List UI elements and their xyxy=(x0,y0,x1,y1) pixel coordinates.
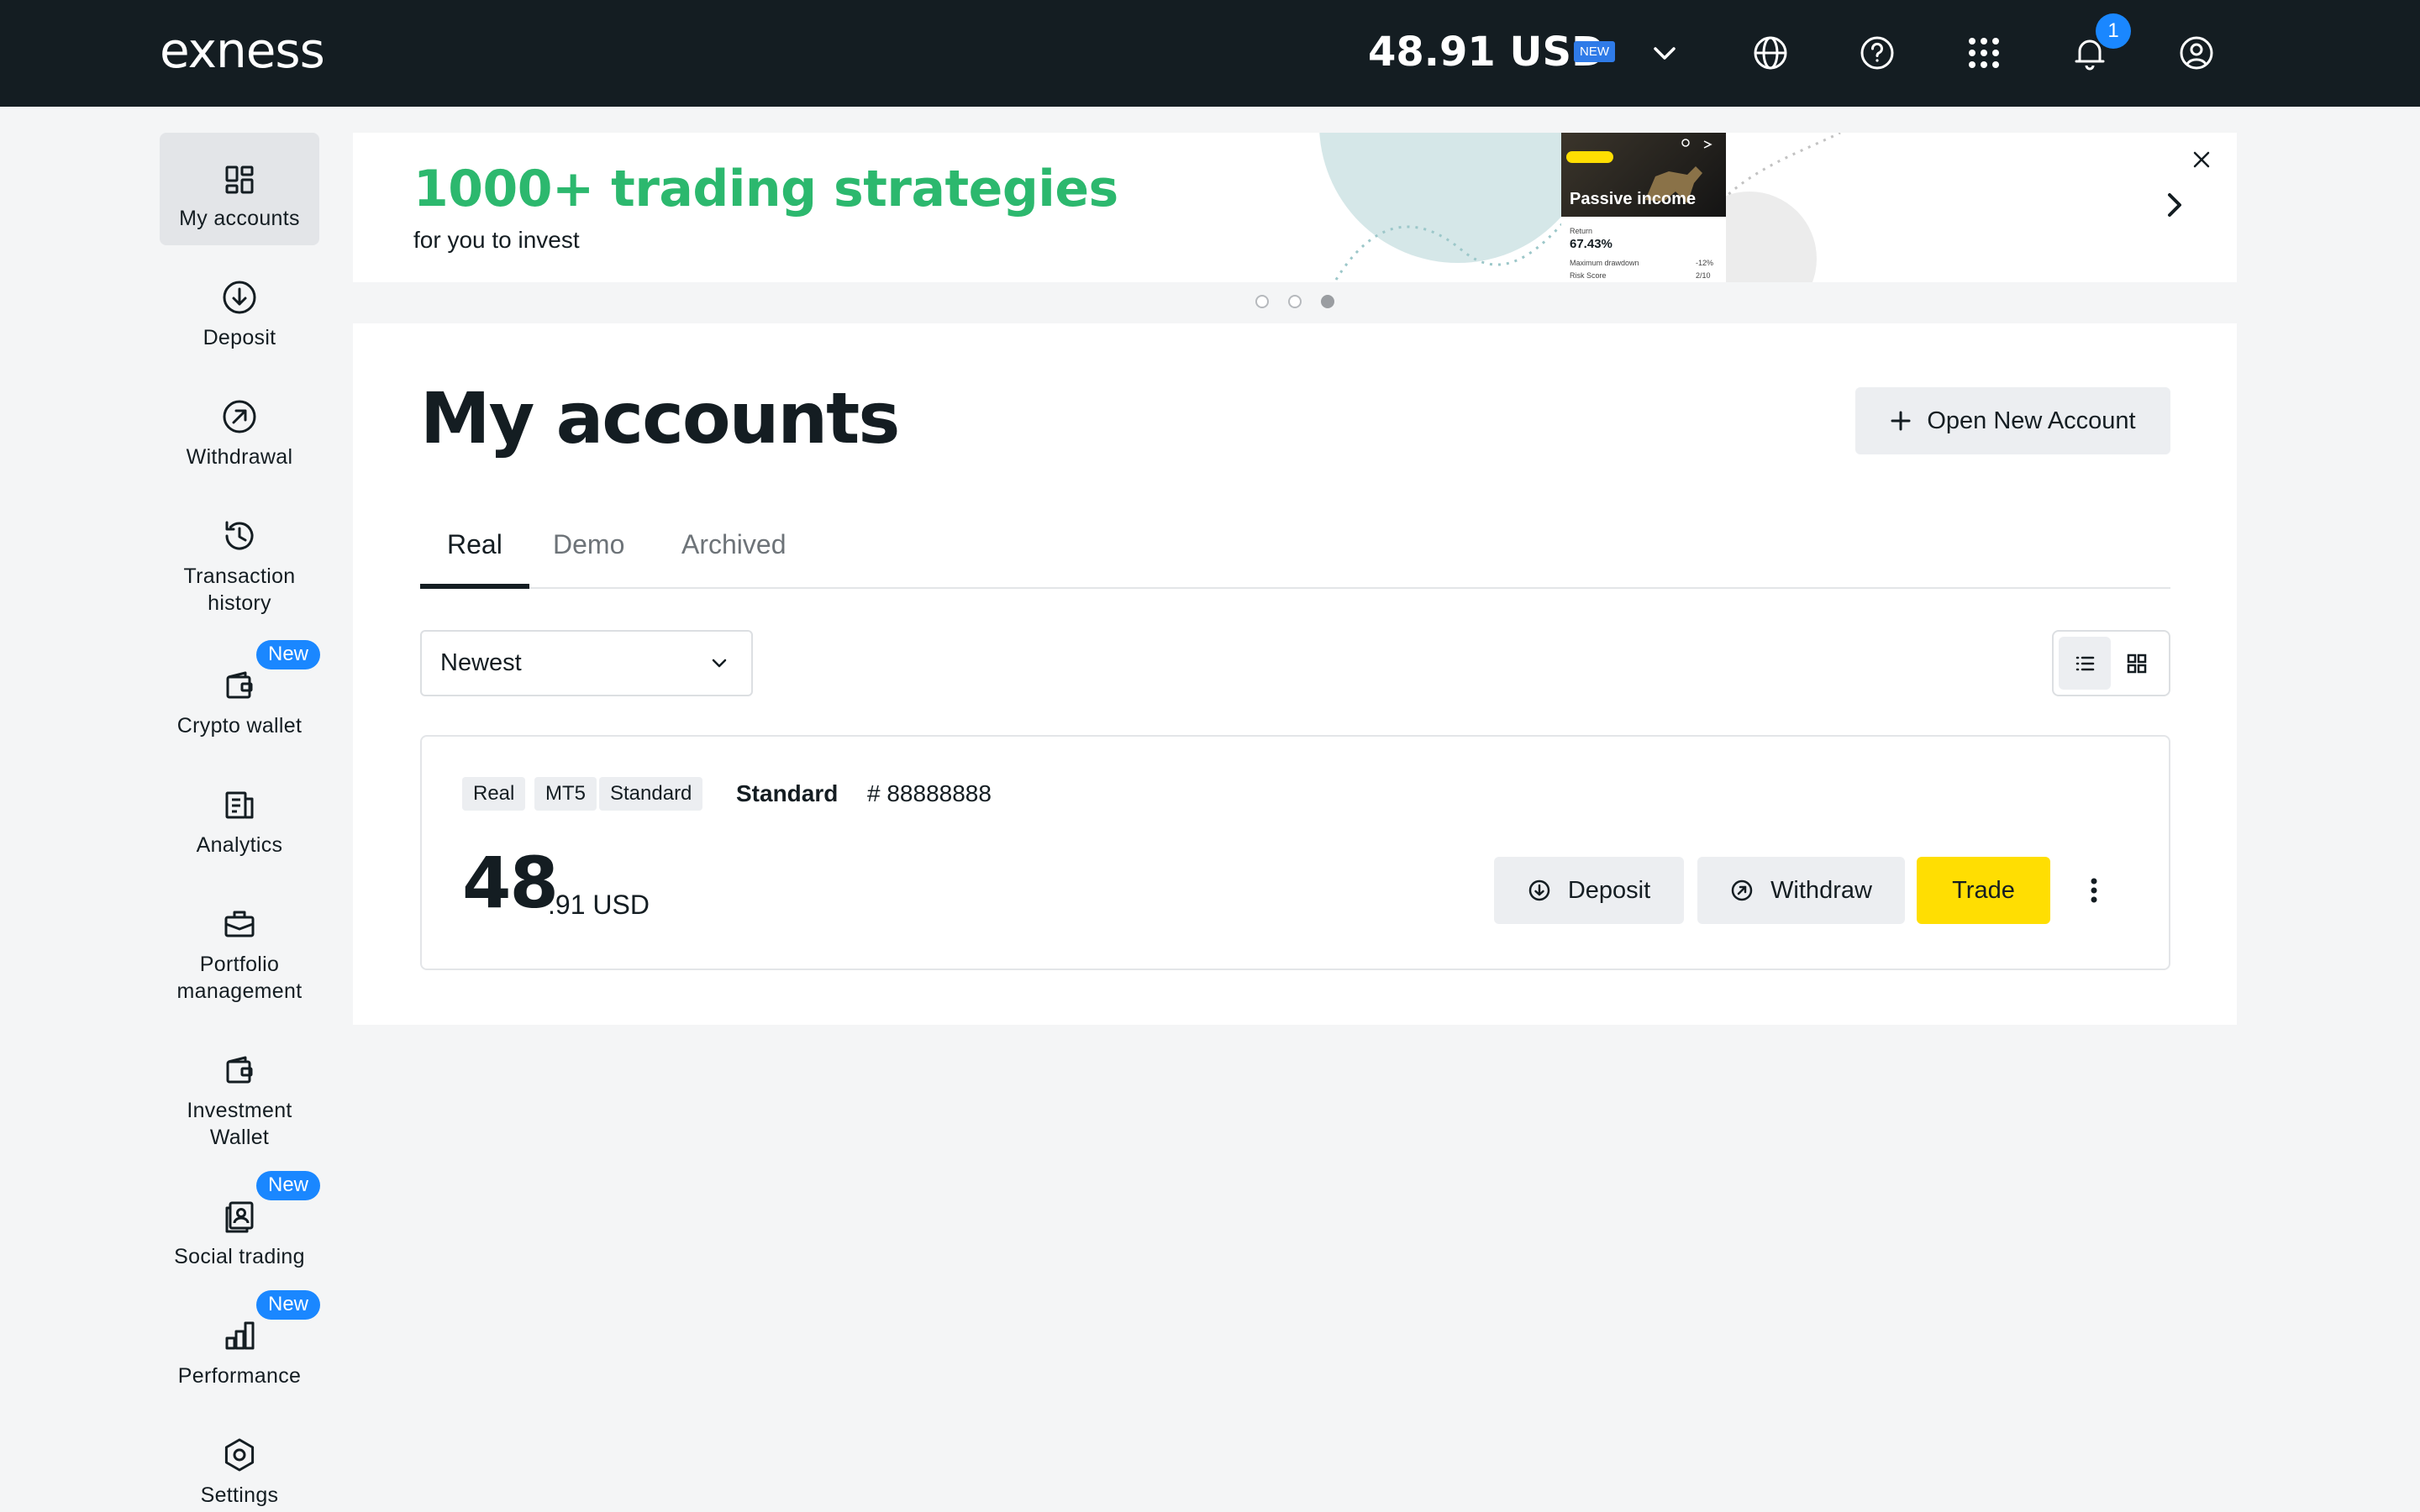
sidebar-item-label: Performance xyxy=(177,1364,302,1388)
sidebar-item-label: My accounts xyxy=(179,207,300,230)
close-icon[interactable] xyxy=(2190,148,2213,171)
account-number: # 88888888 xyxy=(867,780,992,806)
tab-real[interactable]: Real xyxy=(420,518,529,589)
grid-icon xyxy=(2127,654,2147,673)
sidebar-item-label-line2: Wallet xyxy=(209,1126,270,1149)
social-trading-icon xyxy=(225,1201,254,1233)
header-balance[interactable]: 48.91 USD xyxy=(1368,29,1605,76)
sidebar-item-label-line2: management xyxy=(176,979,302,1003)
wallet-icon xyxy=(226,1056,253,1084)
withdraw-button[interactable]: Withdraw xyxy=(1697,857,1905,924)
sidebar-item-withdrawal[interactable]: Withdrawal xyxy=(160,396,319,470)
accounts-panel: My accounts Open New Account Real Demo A… xyxy=(353,323,2237,1025)
account-tag-type: Real xyxy=(462,777,526,811)
card-risk: 2/10 xyxy=(1696,271,1711,280)
history-icon xyxy=(225,521,254,550)
sidebar-item-label: Portfolio xyxy=(199,953,280,976)
account-card[interactable]: Real MT5 Standard Standard # 88888888 48… xyxy=(420,735,2170,970)
sidebar-item-social-trading[interactable]: Social trading xyxy=(160,1196,319,1270)
sidebar-item-label: Settings xyxy=(200,1483,279,1507)
briefcase-icon xyxy=(224,911,255,937)
tab-demo[interactable]: Demo xyxy=(553,518,624,589)
account-tag-platform: MT5 xyxy=(534,777,597,811)
list-view-button[interactable] xyxy=(2059,637,2111,690)
new-badge: New xyxy=(256,1290,321,1320)
trade-label: Trade xyxy=(1952,876,2015,904)
card-risk-label: Risk Score xyxy=(1570,271,1607,280)
carousel-dot[interactable] xyxy=(1288,295,1302,308)
list-icon xyxy=(2075,656,2095,670)
card-title: Passive income xyxy=(1570,190,1697,208)
chevron-down-icon xyxy=(712,659,727,668)
sidebar-item-my-accounts[interactable]: My accounts xyxy=(160,133,319,245)
sidebar-item-transaction-history[interactable]: Transaction history xyxy=(160,516,319,617)
bar-chart-icon xyxy=(225,1321,255,1350)
sidebar-item-portfolio-management[interactable]: Portfolio management xyxy=(160,904,319,1005)
account-tag-category: Standard xyxy=(599,777,703,811)
sidebar-item-label: Transaction xyxy=(183,564,296,588)
balance-new-badge: NEW xyxy=(1574,41,1615,62)
deposit-button[interactable]: Deposit xyxy=(1494,857,1684,924)
more-options-icon[interactable] xyxy=(2077,874,2111,907)
sidebar-item-label-line2: history xyxy=(208,591,271,615)
sidebar-item-analytics[interactable]: Analytics xyxy=(160,785,319,858)
new-badge: New xyxy=(256,640,321,669)
top-navigation-bar: exness 48.91 USD NEW 1 xyxy=(0,0,2420,107)
plus-icon xyxy=(1891,411,1911,431)
sidebar-item-label: Crypto wallet xyxy=(176,714,302,738)
account-balance-fraction: .91 USD xyxy=(548,890,650,920)
sort-value: Newest xyxy=(440,649,522,676)
page-title: My accounts xyxy=(420,377,900,459)
sidebar-item-label: Investment xyxy=(187,1099,292,1122)
sidebar-item-label: Social trading xyxy=(174,1245,305,1268)
user-profile-icon[interactable] xyxy=(2173,29,2220,76)
withdrawal-icon xyxy=(223,400,256,433)
sidebar-item-label: Analytics xyxy=(196,833,283,857)
sidebar-item-settings[interactable]: Settings xyxy=(160,1435,319,1509)
sidebar-item-deposit[interactable]: Deposit xyxy=(160,277,319,351)
dashboard-icon xyxy=(225,165,254,194)
carousel-dot[interactable] xyxy=(1255,295,1269,308)
open-new-account-label: Open New Account xyxy=(1927,407,2136,434)
sidebar-item-label: Deposit xyxy=(203,326,276,349)
account-type-tabs: Real Demo Archived xyxy=(420,518,2170,589)
globe-icon[interactable] xyxy=(1747,29,1794,76)
sidebar-item-crypto-wallet[interactable]: Crypto wallet xyxy=(160,665,319,739)
settings-icon xyxy=(224,1438,255,1472)
withdraw-label: Withdraw xyxy=(1770,876,1872,904)
view-mode-toggle xyxy=(2052,630,2170,696)
wallet-icon xyxy=(226,671,253,699)
promo-banner[interactable]: 1000+ trading strategies for you to inve… xyxy=(353,133,2237,282)
banner-title: 1000+ trading strategies xyxy=(413,160,1118,218)
open-new-account-button[interactable]: Open New Account xyxy=(1855,387,2170,454)
sidebar-item-performance[interactable]: Performance xyxy=(160,1315,319,1389)
withdrawal-icon xyxy=(1731,879,1753,901)
sidebar-item-label: Withdrawal xyxy=(186,445,293,469)
account-name: Standard xyxy=(736,780,839,806)
carousel-dot-active[interactable] xyxy=(1321,295,1334,308)
help-icon[interactable] xyxy=(1854,29,1901,76)
sort-dropdown[interactable]: Newest xyxy=(420,630,753,696)
analytics-icon xyxy=(225,791,254,819)
trade-button[interactable]: Trade xyxy=(1917,857,2050,924)
card-drawdown-label: Maximum drawdown xyxy=(1570,259,1639,267)
grid-view-button[interactable] xyxy=(2111,637,2163,690)
sidebar-item-investment-wallet[interactable]: Investment Wallet xyxy=(160,1050,319,1151)
deposit-label: Deposit xyxy=(1567,876,1651,904)
new-badge: New xyxy=(256,1171,321,1200)
banner-subtitle: for you to invest xyxy=(413,227,580,253)
tab-archived[interactable]: Archived xyxy=(681,518,786,589)
card-drawdown: -12% xyxy=(1696,259,1714,267)
exness-logo[interactable]: exness xyxy=(160,22,325,79)
deposit-icon xyxy=(223,281,256,314)
card-return-label: Return xyxy=(1570,227,1593,235)
strategy-card-preview: Passive income Return 67.43% Maximum dra… xyxy=(1561,133,1726,282)
chevron-right-icon[interactable] xyxy=(2158,188,2191,222)
card-return: 67.43% xyxy=(1570,237,1612,251)
apps-grid-icon[interactable] xyxy=(1960,29,2007,76)
account-balance-integer: 48 xyxy=(462,842,559,924)
notification-count-badge: 1 xyxy=(2096,13,2131,49)
deposit-icon xyxy=(1528,879,1550,901)
chevron-down-icon[interactable] xyxy=(1641,29,1688,76)
